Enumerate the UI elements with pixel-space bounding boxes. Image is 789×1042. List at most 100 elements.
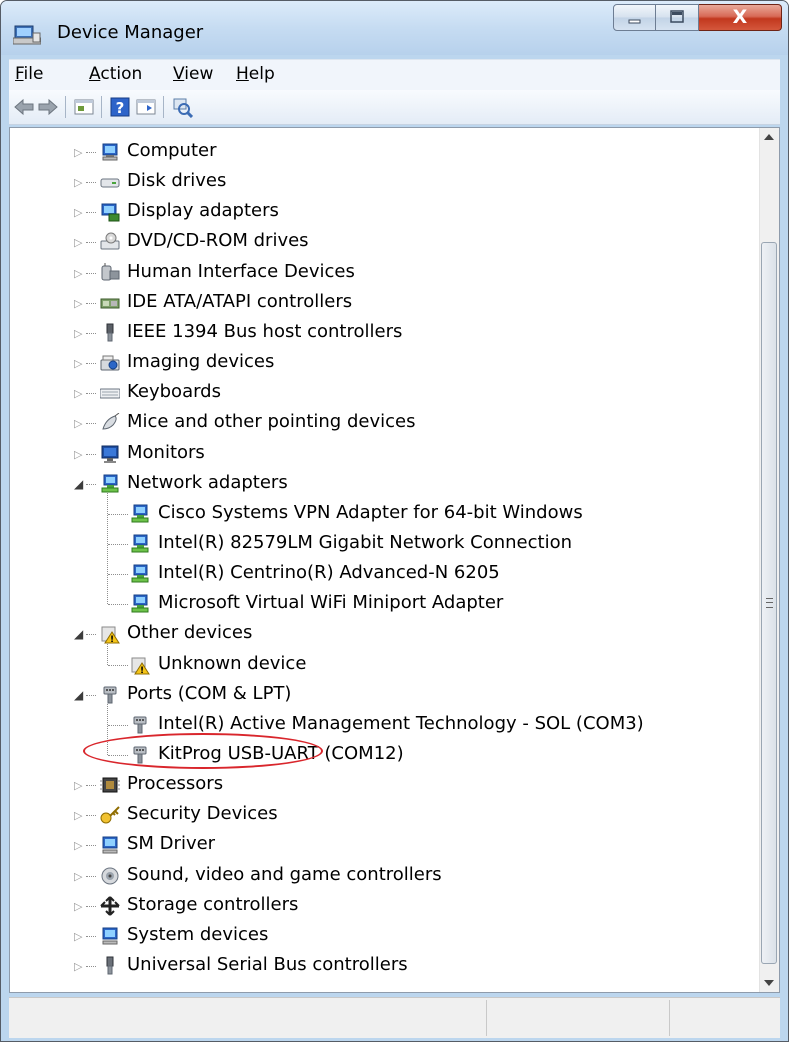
tree-category-label: Security Devices (127, 803, 278, 825)
scan-hardware-icon[interactable] (171, 96, 193, 118)
scroll-down-icon[interactable] (764, 980, 774, 986)
tree-category-other-devices[interactable]: ◢! Other devices (10, 619, 750, 649)
tree-category-human-interface-devices[interactable]: ▷ Human Interface Devices (10, 258, 750, 288)
expand-arrow-icon[interactable]: ▷ (74, 839, 82, 852)
tree-category-ieee-1394-bus-host-controllers[interactable]: ▷ IEEE 1394 Bus host controllers (10, 318, 750, 348)
tree-category-monitors[interactable]: ▷ Monitors (10, 439, 750, 469)
expand-arrow-icon[interactable]: ▷ (74, 930, 82, 943)
tree-connector (108, 543, 128, 545)
tree-device-intel-r-centrino-r-advanced-n-6205[interactable]: Intel(R) Centrino(R) Advanced-N 6205 (10, 559, 750, 589)
tree-category-security-devices[interactable]: ▷ Security Devices (10, 800, 750, 830)
tree-device-cisco-systems-vpn-adapter-for-64-bit-windows[interactable]: Cisco Systems VPN Adapter for 64-bit Win… (10, 499, 750, 529)
expand-arrow-icon[interactable]: ▷ (74, 236, 82, 249)
tree-connector (108, 604, 128, 606)
tree-category-ports-com-lpt[interactable]: ◢ Ports (COM & LPT) (10, 680, 750, 710)
expand-arrow-icon[interactable]: ▷ (74, 267, 82, 280)
scroll-up-icon[interactable] (764, 134, 774, 140)
toolbar-separator (101, 96, 102, 118)
tree-connector-line (107, 643, 108, 665)
title-bar[interactable]: Device Manager X (1, 1, 788, 55)
tree-device-intel-r-82579lm-gigabit-network-connection[interactable]: Intel(R) 82579LM Gigabit Network Connect… (10, 529, 750, 559)
expand-arrow-icon[interactable]: ▷ (74, 779, 82, 792)
device-manager-window: Device Manager X File Action View Help ?… (0, 0, 789, 1042)
tree-category-storage-controllers[interactable]: ▷ Storage controllers (10, 891, 750, 921)
expand-arrow-icon[interactable]: ▷ (74, 206, 82, 219)
tree-connector (86, 363, 96, 365)
tree-connector (86, 634, 96, 636)
tree-category-mice-and-other-pointing-devices[interactable]: ▷ Mice and other pointing devices (10, 408, 750, 438)
tree-category-disk-drives[interactable]: ▷ Disk drives (10, 167, 750, 197)
tree-category-dvd-cd-rom-drives[interactable]: ▷ DVD/CD-ROM drives (10, 227, 750, 257)
expand-arrow-icon[interactable]: ▷ (74, 960, 82, 973)
expand-arrow-icon[interactable]: ▷ (74, 176, 82, 189)
port-icon (100, 685, 120, 705)
tree-connector (86, 302, 96, 304)
toolbar-separator (163, 96, 164, 118)
collapse-arrow-icon[interactable]: ◢ (74, 688, 83, 702)
tree-category-display-adapters[interactable]: ▷ Display adapters (10, 197, 750, 227)
tree-connector (86, 845, 96, 847)
collapse-arrow-icon[interactable]: ◢ (74, 627, 83, 641)
expand-arrow-icon[interactable]: ▷ (74, 357, 82, 370)
tree-connector (86, 272, 96, 274)
expand-arrow-icon[interactable]: ▷ (74, 448, 82, 461)
menu-help[interactable]: Help (236, 64, 275, 84)
tree-category-network-adapters[interactable]: ◢ Network adapters (10, 469, 750, 499)
tree-connector (108, 513, 128, 515)
tree-category-system-devices[interactable]: ▷ System devices (10, 921, 750, 951)
tree-connector (86, 785, 96, 787)
vertical-scrollbar[interactable] (759, 128, 779, 992)
properties-icon[interactable] (73, 96, 95, 118)
tree-device-intel-r-active-management-technology-sol-com3[interactable]: Intel(R) Active Management Technology - … (10, 710, 750, 740)
menu-file[interactable]: File (15, 64, 43, 84)
close-button[interactable]: X (699, 4, 782, 31)
tree-category-processors[interactable]: ▷ Processors (10, 770, 750, 800)
menu-action[interactable]: Action (89, 64, 142, 84)
tree-category-imaging-devices[interactable]: ▷ Imaging devices (10, 348, 750, 378)
port-device-icon (130, 715, 150, 735)
tree-category-universal-serial-bus-controllers[interactable]: ▷ Universal Serial Bus controllers (10, 951, 750, 981)
menu-view[interactable]: View (173, 64, 213, 84)
tree-category-keyboards[interactable]: ▷ Keyboards (10, 378, 750, 408)
tree-category-label: Other devices (127, 622, 253, 644)
tree-device-unknown-device[interactable]: ! Unknown device (10, 650, 750, 680)
tree-category-sm-driver[interactable]: ▷ SM Driver (10, 830, 750, 860)
tree-connector (86, 875, 96, 877)
hid-icon (100, 262, 120, 283)
expand-arrow-icon[interactable]: ▷ (74, 870, 82, 883)
run-icon[interactable] (135, 96, 157, 118)
imaging-device-icon (100, 353, 120, 373)
forward-arrow-icon[interactable] (37, 96, 59, 118)
help-icon[interactable]: ? (109, 96, 131, 118)
expand-arrow-icon[interactable]: ▷ (74, 900, 82, 913)
expand-arrow-icon[interactable]: ▷ (74, 327, 82, 340)
toolbar-separator (65, 96, 66, 118)
tree-connector (86, 483, 96, 485)
tree-device-label: Unknown device (158, 652, 307, 674)
collapse-arrow-icon[interactable]: ◢ (74, 477, 83, 491)
tree-category-label: Universal Serial Bus controllers (127, 954, 408, 976)
tree-category-sound-video-and-game-controllers[interactable]: ▷ Sound, video and game controllers (10, 861, 750, 891)
tree-category-label: Ports (COM & LPT) (127, 682, 292, 704)
tree-connector (86, 966, 96, 968)
tree-category-computer[interactable]: ▷ Computer (10, 137, 750, 167)
expand-arrow-icon[interactable]: ▷ (74, 146, 82, 159)
tree-connector (86, 905, 96, 907)
expand-arrow-icon[interactable]: ▷ (74, 297, 82, 310)
tree-device-microsoft-virtual-wifi-miniport-adapter[interactable]: Microsoft Virtual WiFi Miniport Adapter (10, 589, 750, 619)
tree-device-label: Intel(R) Active Management Technology - … (158, 712, 644, 734)
minimize-button[interactable] (613, 4, 656, 31)
mouse-icon (100, 412, 120, 433)
sound-icon (100, 866, 120, 886)
maximize-button[interactable] (656, 4, 699, 31)
device-tree[interactable]: ▷ Computer ▷ Disk drives ▷ Display adapters ▷ D… (9, 127, 780, 993)
status-bar-divider (669, 1000, 670, 1036)
tree-category-label: IDE ATA/ATAPI controllers (127, 290, 353, 312)
svg-text:?: ? (116, 99, 125, 117)
expand-arrow-icon[interactable]: ▷ (74, 387, 82, 400)
tree-category-ide-ata-atapi-controllers[interactable]: ▷ IDE ATA/ATAPI controllers (10, 288, 750, 318)
expand-arrow-icon[interactable]: ▷ (74, 417, 82, 430)
expand-arrow-icon[interactable]: ▷ (74, 809, 82, 822)
scrollbar-thumb[interactable] (761, 242, 777, 964)
back-arrow-icon[interactable] (13, 96, 35, 118)
